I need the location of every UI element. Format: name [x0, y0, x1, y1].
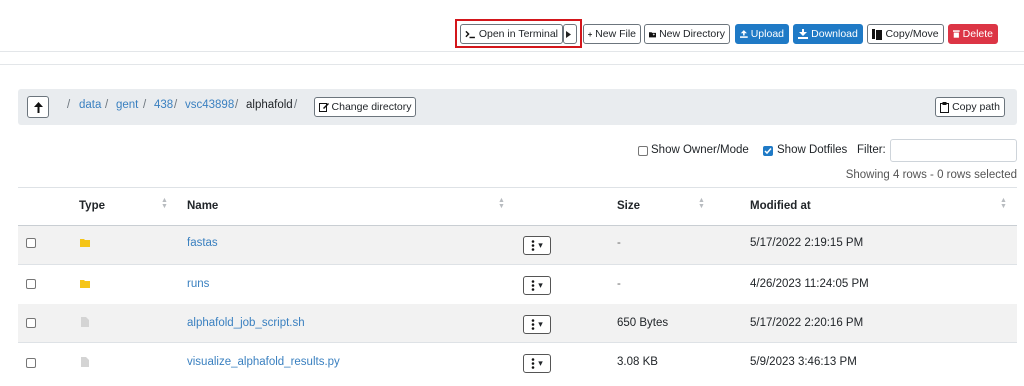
- breadcrumb-separator: /: [143, 99, 147, 111]
- breadcrumb-item-gent[interactable]: gent: [116, 99, 138, 111]
- rows-summary: Showing 4 rows - 0 rows selected: [845, 169, 1017, 181]
- download-icon: [798, 29, 809, 39]
- row-select-checkbox[interactable]: [26, 279, 36, 289]
- file-name-link[interactable]: fastas: [187, 237, 218, 249]
- download-button[interactable]: Download: [793, 24, 863, 44]
- file-name-link[interactable]: runs: [187, 278, 209, 290]
- change-directory-label: Change directory: [331, 101, 412, 113]
- column-header-type[interactable]: Type: [79, 200, 105, 212]
- download-label: Download: [811, 28, 858, 40]
- edit-icon: [318, 103, 329, 112]
- breadcrumb-item-438[interactable]: 438: [154, 99, 173, 111]
- breadcrumb-item-alphafold: alphafold: [246, 99, 293, 111]
- table-header-top-border: [18, 187, 1017, 188]
- file-icon: [81, 317, 89, 327]
- toolbar-divider: [0, 51, 1024, 52]
- upload-button[interactable]: Upload: [735, 24, 789, 44]
- row-actions-button[interactable]: ▾: [523, 315, 551, 334]
- breadcrumb-item-vsc43898[interactable]: vsc43898: [185, 99, 234, 111]
- sort-icon[interactable]: ▲ ▼: [1000, 197, 1007, 210]
- column-header-size[interactable]: Size: [617, 200, 640, 212]
- go-up-button[interactable]: [27, 96, 49, 118]
- folder-plus-icon: [649, 31, 657, 37]
- file-size: 3.08 KB: [617, 356, 658, 368]
- file-name-link[interactable]: visualize_alphafold_results.py: [187, 356, 340, 368]
- kebab-icon: [531, 358, 535, 369]
- breadcrumb-separator: /: [174, 99, 178, 111]
- sort-icon[interactable]: ▲ ▼: [698, 197, 705, 210]
- file-modified: 4/26/2023 11:24:05 PM: [750, 278, 869, 290]
- breadcrumb-separator: /: [67, 99, 71, 111]
- folder-icon: [80, 280, 90, 288]
- column-header-name[interactable]: Name: [187, 200, 218, 212]
- sort-icon[interactable]: ▲ ▼: [498, 197, 505, 210]
- row-select-checkbox[interactable]: [26, 318, 36, 328]
- upload-label: Upload: [750, 28, 784, 40]
- table-row[interactable]: [18, 304, 1017, 342]
- file-modified: 5/17/2022 2:20:16 PM: [750, 317, 864, 329]
- kebab-icon: [531, 240, 535, 251]
- copy-path-label: Copy path: [952, 101, 1000, 113]
- show-dotfiles-checkbox[interactable]: [763, 146, 773, 156]
- row-actions-button[interactable]: ▾: [523, 236, 551, 255]
- filter-input[interactable]: [890, 139, 1017, 162]
- upload-icon: [740, 30, 748, 38]
- row-divider: [18, 264, 1017, 265]
- copy-move-label: Copy/Move: [885, 28, 939, 40]
- breadcrumb-separator: /: [235, 99, 239, 111]
- row-actions-button[interactable]: ▾: [523, 354, 551, 373]
- content-divider: [0, 64, 1024, 65]
- breadcrumb-item-data[interactable]: data: [79, 99, 101, 111]
- row-select-checkbox[interactable]: [26, 238, 36, 248]
- copy-path-button[interactable]: Copy path: [935, 97, 1005, 117]
- breadcrumb-separator: /: [294, 99, 298, 111]
- arrow-up-icon: [33, 101, 43, 113]
- copy-move-button[interactable]: Copy/Move: [867, 24, 944, 44]
- new-file-label: New File: [595, 28, 636, 40]
- delete-label: Delete: [962, 28, 993, 40]
- filter-label: Filter:: [857, 144, 886, 156]
- plus-icon: [588, 31, 593, 37]
- file-size: -: [617, 278, 621, 290]
- breadcrumb-separator: /: [105, 99, 109, 111]
- copy-icon: [872, 28, 883, 40]
- row-select-checkbox[interactable]: [26, 358, 36, 368]
- change-directory-button[interactable]: Change directory: [314, 97, 416, 117]
- kebab-icon: [531, 319, 535, 330]
- table-row[interactable]: [18, 226, 1017, 264]
- trash-icon: [953, 30, 960, 38]
- file-modified: 5/17/2022 2:19:15 PM: [750, 237, 864, 249]
- new-directory-button[interactable]: New Directory: [644, 24, 730, 44]
- sort-icon[interactable]: ▲ ▼: [161, 197, 168, 210]
- new-directory-label: New Directory: [659, 28, 725, 40]
- file-size: -: [617, 237, 621, 249]
- show-owner-mode-checkbox[interactable]: [638, 146, 648, 156]
- show-dotfiles-label: Show Dotfiles: [777, 144, 848, 156]
- new-file-button[interactable]: New File: [583, 24, 641, 44]
- file-icon: [81, 357, 89, 367]
- file-modified: 5/9/2023 3:46:13 PM: [750, 356, 857, 368]
- file-size: 650 Bytes: [617, 317, 669, 329]
- clipboard-icon: [940, 101, 950, 113]
- terminal-button-highlight: [455, 19, 582, 48]
- row-divider: [18, 342, 1017, 343]
- kebab-icon: [531, 280, 535, 291]
- show-owner-mode-label: Show Owner/Mode: [651, 144, 749, 156]
- folder-icon: [80, 239, 90, 247]
- check-icon: [764, 148, 772, 155]
- row-actions-button[interactable]: ▾: [523, 276, 551, 295]
- file-name-link[interactable]: alphafold_job_script.sh: [187, 317, 305, 329]
- delete-button[interactable]: Delete: [948, 24, 998, 44]
- column-header-modified[interactable]: Modified at: [750, 200, 811, 212]
